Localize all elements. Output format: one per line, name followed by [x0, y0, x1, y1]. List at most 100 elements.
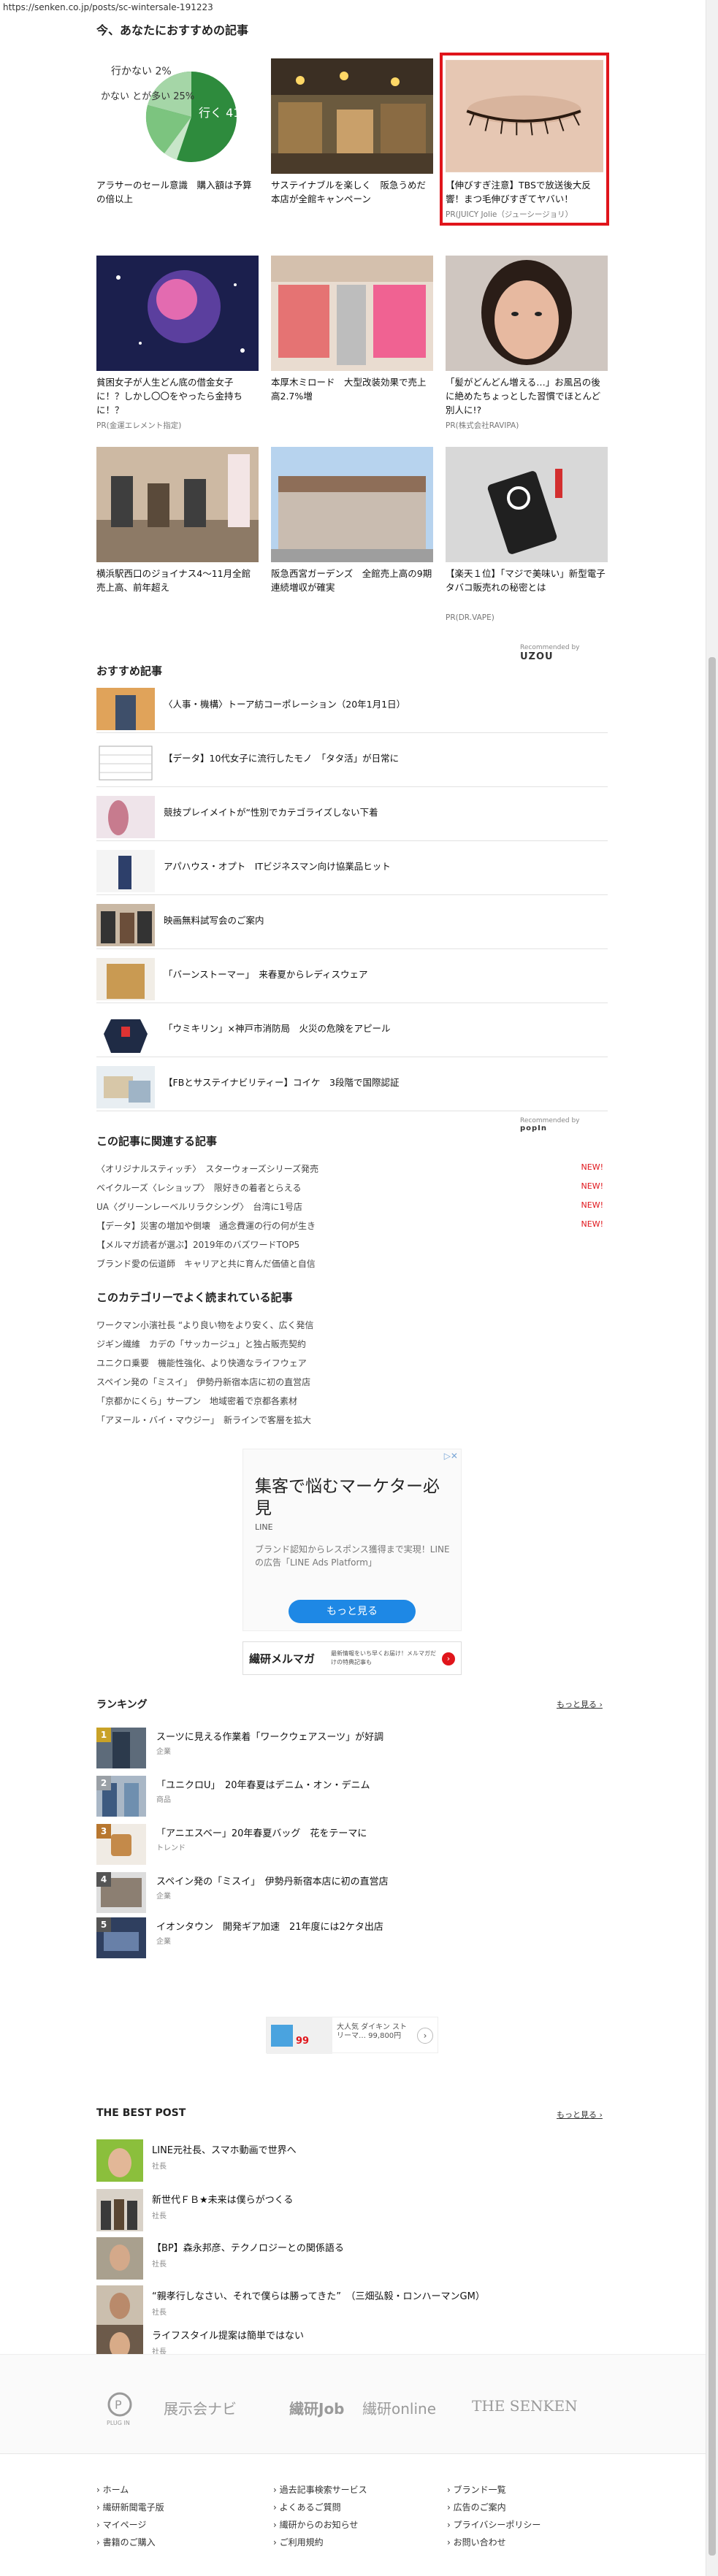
best-post-title-text: “親孝行しなさい、それで僕らは勝ってきた” （三畑弘毅・ロンハーマンGM） — [152, 2291, 485, 2302]
footer-link[interactable]: › お問い合わせ — [447, 2536, 506, 2548]
rec-card-pr: PR(金運エレメント指定) — [96, 421, 182, 430]
footer-link[interactable]: › 広告のご案内 — [447, 2501, 506, 2513]
plugin-logo-icon: P — [107, 2392, 132, 2417]
footer-link[interactable]: › プライバシーポリシー — [447, 2518, 541, 2531]
article-thumb — [96, 1012, 155, 1054]
footer-link[interactable]: › マイページ — [96, 2518, 146, 2531]
ranking-more-link[interactable]: もっと見る › — [557, 1698, 603, 1710]
banner-arrow-icon: › — [442, 1652, 455, 1665]
osusume-item-title: アパハウス・オプト ITビジネスマン向け協業品ヒット — [164, 861, 391, 872]
category-item[interactable]: スペイン発の「ミスイ」 伊勢丹新宿本店に初の直営店 — [96, 1376, 608, 1393]
related-item[interactable]: 【メルマガ読者が選ぶ】2019年のバズワードTOP5 — [96, 1238, 608, 1256]
banner-title: 繊研メルマガ — [249, 1652, 316, 1665]
ranking-item-title: イオンタウン 開発ギア加速 21年度には2ケタ出店 — [156, 1922, 383, 1933]
rec-card-3-highlighted[interactable]: 【伸びすぎ注意】TBSで放送後大反響！まつ毛伸びすぎてヤバい！ PR(JUICY… — [440, 53, 609, 226]
footer-link[interactable]: › ホーム — [96, 2483, 129, 2496]
ranking-item[interactable]: 5 イオンタウン 開発ギア加速 21年度には2ケタ出店 企業 — [96, 1914, 608, 1963]
osusume-item-title: 【FBとサステイナビリティー】コイケ 3段階で国際認証 — [164, 1077, 400, 1088]
rank-badge: 5 — [96, 1917, 111, 1932]
category-item[interactable]: 「アヌール・バイ・マウジー」 新ラインで客層を拡大 — [96, 1414, 608, 1431]
article-thumb — [96, 850, 155, 892]
best-post-item[interactable]: 【BP】森永邦彦、テクノロジーとの関係語る 社長 — [96, 2236, 608, 2285]
footer-link[interactable]: › ご利用規約 — [273, 2536, 324, 2548]
osusume-item[interactable]: アパハウス・オプト ITビジネスマン向け協業品ヒット — [96, 841, 608, 895]
mailmagazine-banner[interactable]: 繊研メルマガ 最新情報をいち早くお届け！メルマガだけの特典記事も › — [242, 1641, 462, 1675]
ranking-item[interactable]: 4 スペイン発の「ミスイ」 伊勢丹新宿本店に初の直営店 企業 — [96, 1869, 608, 1917]
footer-link[interactable]: › 書籍のご購入 — [96, 2536, 156, 2548]
related-item[interactable]: ブランド愛の伝道師 キャリアと共に育んだ価値と自信 — [96, 1257, 608, 1275]
rec-card-4[interactable]: 貧困女子が人生どん底の借金女子に！？しかし〇〇をやったら金持ちに！？ PR(金運… — [96, 256, 259, 431]
osusume-item-title: 【データ】10代女子に流行したモノ 「タタ活」が日常に — [164, 753, 400, 764]
rec-card-2[interactable]: サステイナブルを楽しく 阪急うめだ本店が全館キャンペーン — [271, 58, 433, 206]
rec-card-8[interactable]: 阪急西宮ガーデンズ 全館売上高の9期連続増収が確実 — [271, 447, 433, 594]
ranking-item-category: トレンド — [156, 1844, 186, 1852]
scrollbar-thumb[interactable] — [709, 657, 716, 2556]
footer-link[interactable]: › よくあるご質問 — [273, 2501, 341, 2513]
related-item[interactable]: ベイクルーズ〈レショップ〉 限好きの着者とらえる NEW! — [96, 1181, 608, 1199]
scrollbar[interactable] — [706, 0, 718, 2576]
osusume-item[interactable]: 〈人事・機構〉トーア紡コーポレーション（20年1月1日） — [96, 679, 608, 733]
footer-link[interactable]: › ブランド一覧 — [447, 2483, 506, 2496]
rec-card-1[interactable]: 行かない 2% かない とが多い 25% 行く 41% アラサーのセール意識 購… — [96, 58, 259, 206]
the-senken-logo[interactable]: THE SENKEN — [472, 2397, 578, 2415]
rec-card-title: 「髪がどんどん増える…」お風呂の後に絶めたちょっとした習慣でほとんど別人に!? — [446, 377, 601, 415]
line-ad[interactable]: ▷✕ 集客で悩むマーケター必見 LINE ブランド認知からレスポンス獲得まで実現… — [242, 1449, 462, 1631]
best-post-thumb — [96, 2189, 143, 2231]
ranking-item[interactable]: 3 「アニエスベー」20年春夏バッグ 花をテーマに トレンド — [96, 1821, 608, 1869]
chevron-right-icon[interactable]: › — [417, 2028, 433, 2044]
footer-link[interactable]: › 過去記事検索サービス — [273, 2483, 367, 2496]
article-thumb — [96, 958, 155, 1000]
rank-badge: 3 — [96, 1824, 111, 1839]
best-more-link[interactable]: もっと見る › — [557, 2109, 603, 2120]
plugin-logo[interactable]: P PLUG IN — [107, 2391, 133, 2426]
rec-card-5[interactable]: 本厚木ミロード 大型改装効果で売上高2.7%増 — [271, 256, 433, 403]
osusume-item[interactable]: 【データ】10代女子に流行したモノ 「タタ活」が日常に — [96, 733, 608, 787]
rec-card-pr: PR(JUICY Jolie（ジューシージョリ） — [446, 210, 573, 219]
osusume-item[interactable]: 【FBとサステイナビリティー】コイケ 3段階で国際認証 — [96, 1057, 608, 1111]
rec-card-7[interactable]: 横浜駅西口のジョイナス4～11月全館売上高、前年超え — [96, 447, 259, 594]
best-post-item[interactable]: LINE元社長、スマホ動画で世界へ 社長 — [96, 2138, 608, 2188]
mini-product-ad[interactable]: 99 大人気 ダイキン ストリーマ… 99,800円 › — [266, 2017, 438, 2054]
footer-link[interactable]: › 繊研からのお知らせ — [273, 2518, 358, 2531]
tenjikai-navi-logo[interactable]: 展示会ナビ — [164, 2397, 237, 2418]
ad-product-image: 99 — [267, 2017, 332, 2054]
osusume-item[interactable]: 「バーンストーマー」 来春夏からレディスウェア — [96, 949, 608, 1003]
osusume-item[interactable]: 「ウミキリン」×神戸市消防局 火災の危険をアピール — [96, 1003, 608, 1057]
senken-online-logo[interactable]: 繊研online — [362, 2397, 436, 2418]
svg-text:99: 99 — [296, 2036, 309, 2047]
article-thumb — [96, 904, 155, 946]
related-item[interactable]: 【データ】災害の増加や倒壊 通念費運の行の何が生き NEW! — [96, 1219, 608, 1237]
mini-ad-text: 大人気 ダイキン ストリーマ… 99,800円 — [337, 2023, 408, 2040]
rec-card-9[interactable]: 【楽天１位】「マジで美味い」新型電子タバコ販売れの秘密とは PR(DR.VAPE… — [446, 447, 608, 622]
best-post-title-text: ライフスタイル提案は簡単ではない — [152, 2331, 305, 2342]
best-post-item[interactable]: 新世代ＦＢ★未来は僕らがつくる 社長 — [96, 2188, 608, 2237]
footer-link[interactable]: › 繊研新聞電子版 — [96, 2501, 164, 2513]
ad-headline: 集客で悩むマーケター必見 — [255, 1477, 440, 1518]
ad-body: ブランド認知からレスポンス獲得まで実現！LINEの広告「LINE Ads Pla… — [255, 1544, 450, 1568]
related-item[interactable]: UA〈グリーンレーベルリラクシング〉 台湾に1号店 NEW! — [96, 1200, 608, 1218]
ranking-item[interactable]: 2 「ユニクロU」 20年春夏はデニム・オン・デニム 商品 — [96, 1773, 608, 1821]
category-item[interactable]: 「京都かにくら」サープン 地域密着で京都各素材 — [96, 1395, 608, 1412]
ranking-item[interactable]: 1 スーツに見える作業着「ワークウェアスーツ」が好調 企業 — [96, 1725, 608, 1773]
uzou-credit[interactable]: Recommended by UZOU — [520, 644, 608, 662]
osusume-item[interactable]: 映画無料試写会のご案内 — [96, 895, 608, 949]
rec-card-6[interactable]: 「髪がどんどん増える…」お風呂の後に絶めたちょっとした習慣でほとんど別人に!? … — [446, 256, 608, 431]
banner-text: 最新情報をいち早くお届け！メルマガだけの特典記事も — [331, 1650, 436, 1665]
article-thumb — [96, 1066, 155, 1108]
osusume-item[interactable]: 競技プレイメイトが“性別でカテゴライズしない下着 — [96, 787, 608, 841]
osusume-title: おすすめ記事 — [96, 664, 163, 678]
category-item[interactable]: ユニクロ乗要 機能性強化、より快適なライフウェア — [96, 1357, 608, 1374]
pie-chart-image: 行かない 2% かない とが多い 25% 行く 41% — [96, 58, 259, 174]
popin-credit[interactable]: Recommended by popIn — [520, 1117, 608, 1132]
senken-job-logo[interactable]: 繊研Job — [289, 2397, 345, 2418]
event-image — [96, 447, 259, 562]
category-item[interactable]: ジギン繊維 カデの「サッカージュ」と独占販売契約 — [96, 1338, 608, 1355]
related-item[interactable]: 〈オリジナルスティッチ〉 スターウォーズシリーズ発売 NEW! — [96, 1162, 608, 1180]
category-item[interactable]: ワークマン小濱社長 “より良い物をより安く、広く発信 — [96, 1319, 608, 1336]
ad-more-button[interactable]: もっと見る — [289, 1600, 416, 1623]
rec-card-title: 貧困女子が人生どん底の借金女子に！？しかし〇〇をやったら金持ちに！？ — [96, 377, 243, 415]
ranking-item-category: 企業 — [156, 1893, 171, 1901]
ad-close-icon[interactable]: ▷✕ — [444, 1451, 458, 1461]
eyelash-image — [446, 60, 603, 172]
ranking-item-title: 「アニエスベー」20年春夏バッグ 花をテーマに — [156, 1828, 367, 1839]
